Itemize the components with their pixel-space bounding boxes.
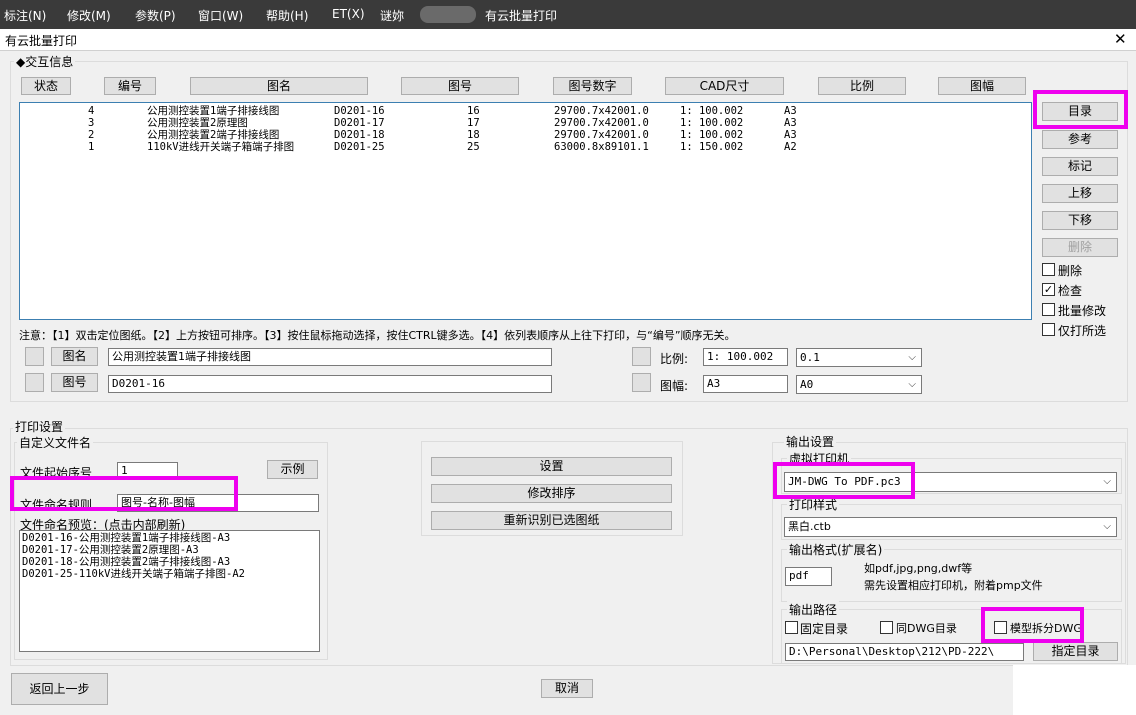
move-down-button[interactable]: 下移 — [1042, 211, 1118, 230]
name-toggle-button[interactable] — [25, 347, 44, 366]
scale-toggle-button[interactable] — [632, 347, 651, 366]
same-dwg-dir-checkbox[interactable] — [880, 621, 893, 634]
scale-field[interactable]: 1: 100.002 — [703, 348, 788, 366]
name-button[interactable]: 图名 — [51, 347, 98, 366]
menu-help[interactable]: 帮助(H) — [266, 7, 308, 24]
plot-style-select-value: 黑白.ctb — [788, 520, 831, 533]
printer-select-value: JM-DWG To PDF.pc3 — [788, 475, 901, 488]
dialog-titlebar: 有云批量打印 ✕ — [0, 29, 1136, 51]
naming-rule-field[interactable]: 图号-名称-图幅 — [117, 494, 319, 512]
settings-button[interactable]: 设置 — [431, 457, 672, 476]
notice-text: 注意：【1】双击定位图纸。【2】上方按钮可排序。【3】按住鼠标拖动选择，按住CT… — [19, 329, 736, 342]
menu-modify[interactable]: 修改(M) — [67, 7, 111, 24]
output-settings-title: 输出设置 — [784, 433, 837, 450]
split-model-checkbox[interactable] — [994, 621, 1007, 634]
menubar-app-title: 有云批量打印 — [485, 9, 558, 23]
output-format-hint-2: 需先设置相应打印机，附着pmp文件 — [864, 579, 1043, 592]
printer-select[interactable]: JM-DWG To PDF.pc3 ⌵ — [784, 472, 1117, 492]
printer-title: 虚拟打印机 — [787, 450, 852, 467]
size-field[interactable]: A3 — [703, 375, 788, 393]
check-checkbox-label: 检查 — [1058, 284, 1083, 298]
scale-label: 比例: — [660, 352, 689, 366]
column-header-status[interactable]: 状态 — [21, 77, 71, 95]
naming-rule-label: 文件命名规则 — [20, 498, 93, 512]
menu-window[interactable]: 窗口(W) — [198, 7, 243, 24]
column-header-sheet-size[interactable]: 图幅 — [938, 77, 1026, 95]
column-header-name[interactable]: 图名 — [190, 77, 368, 95]
split-model-label: 模型拆分DWG — [1010, 622, 1082, 635]
output-path-field[interactable]: D:\Personal\Desktop\212\PD-222\ — [785, 643, 1024, 661]
size-label: 图幅: — [660, 379, 689, 393]
close-icon[interactable]: ✕ — [1114, 30, 1127, 48]
cancel-button[interactable]: 取消 — [541, 679, 593, 698]
reference-button[interactable]: 参考 — [1042, 130, 1118, 149]
catalog-button[interactable]: 目录 — [1042, 102, 1118, 121]
start-number-label: 文件起始序号 — [20, 466, 93, 480]
scale-select-value: 0.1 — [800, 351, 820, 364]
menu-annotate[interactable]: 标注(N) — [4, 7, 46, 24]
reidentify-button[interactable]: 重新识别已选图纸 — [431, 511, 672, 530]
preview-line: D0201-25-110kV进线开关端子箱端子排图-A2 — [22, 568, 245, 580]
blank-corner — [1013, 665, 1136, 715]
chevron-down-icon: ⌵ — [908, 379, 916, 390]
output-path-title: 输出路径 — [787, 601, 840, 618]
output-format-hint-1: 如pdf,jpg,png,dwf等 — [864, 562, 973, 575]
column-header-cad-size[interactable]: CAD尺寸 — [665, 77, 784, 95]
interactive-group-title: ◆交互信息 — [14, 53, 76, 70]
start-number-field[interactable]: 1 — [117, 462, 178, 480]
column-header-number[interactable]: 编号 — [104, 77, 156, 95]
menubar: 标注(N) 修改(M) 参数(P) 窗口(W) 帮助(H) ET(X) 谜妳 有… — [0, 0, 1136, 29]
blurred-region — [420, 6, 476, 23]
print-selected-only-checkbox[interactable] — [1042, 323, 1055, 336]
menu-et[interactable]: ET(X) — [332, 7, 365, 21]
size-toggle-button[interactable] — [632, 373, 651, 392]
custom-filename-title: 自定义文件名 — [17, 434, 94, 451]
choose-dir-button[interactable]: 指定目录 — [1033, 642, 1118, 661]
preview-line: D0201-18-公用测控装置2端子排接线图-A3 — [22, 556, 231, 568]
chevron-down-icon: ⌵ — [908, 352, 916, 363]
back-button[interactable]: 返回上一步 — [11, 673, 108, 705]
column-header-number-digits[interactable]: 图号数字 — [553, 77, 632, 95]
check-checkbox[interactable]: ✓ — [1042, 283, 1055, 296]
modify-order-button[interactable]: 修改排序 — [431, 484, 672, 503]
naming-preview-box[interactable]: D0201-16-公用测控装置1端子排接线图-A3 D0201-17-公用测控装… — [19, 530, 320, 652]
output-format-field[interactable]: pdf — [785, 567, 832, 586]
preview-line: D0201-17-公用测控装置2原理图-A3 — [22, 544, 199, 556]
drawing-list[interactable]: 4 公用测控装置1端子排接线图 D0201-16 16 29700.7x4200… — [19, 102, 1032, 320]
delete-button[interactable]: 删除 — [1042, 238, 1118, 257]
mark-button[interactable]: 标记 — [1042, 157, 1118, 176]
plot-style-select[interactable]: 黑白.ctb ⌵ — [784, 517, 1117, 537]
number-toggle-button[interactable] — [25, 373, 44, 392]
delete-checkbox-label: 删除 — [1058, 264, 1083, 278]
batch-modify-checkbox-label: 批量修改 — [1058, 304, 1107, 318]
chevron-down-icon: ⌵ — [1103, 476, 1111, 487]
column-header-drawing-number[interactable]: 图号 — [401, 77, 519, 95]
number-field[interactable]: D0201-16 — [108, 375, 552, 393]
batch-modify-checkbox[interactable] — [1042, 303, 1055, 316]
number-button[interactable]: 图号 — [51, 373, 98, 392]
preview-line: D0201-16-公用测控装置1端子排接线图-A3 — [22, 532, 231, 544]
print-settings-title: 打印设置 — [13, 418, 66, 435]
delete-checkbox[interactable] — [1042, 263, 1055, 276]
chevron-down-icon: ⌵ — [1103, 521, 1111, 532]
output-format-title: 输出格式(扩展名) — [787, 541, 885, 558]
fixed-dir-checkbox[interactable] — [785, 621, 798, 634]
scale-select[interactable]: 0.1 ⌵ — [796, 348, 922, 367]
same-dwg-dir-label: 同DWG目录 — [896, 622, 957, 635]
size-select-value: A0 — [800, 378, 814, 391]
plot-style-title: 打印样式 — [787, 496, 840, 513]
fixed-dir-label: 固定目录 — [800, 622, 849, 636]
print-selected-only-checkbox-label: 仅打所选 — [1058, 324, 1107, 338]
size-select[interactable]: A0 ⌵ — [796, 375, 922, 394]
dialog-title: 有云批量打印 — [5, 34, 78, 48]
name-field[interactable]: 公用测控装置1端子排接线图 — [108, 348, 552, 366]
move-up-button[interactable]: 上移 — [1042, 184, 1118, 203]
menu-extra[interactable]: 谜妳 — [380, 7, 404, 24]
example-button[interactable]: 示例 — [267, 460, 318, 479]
menu-params[interactable]: 参数(P) — [135, 7, 176, 24]
column-header-scale[interactable]: 比例 — [818, 77, 906, 95]
